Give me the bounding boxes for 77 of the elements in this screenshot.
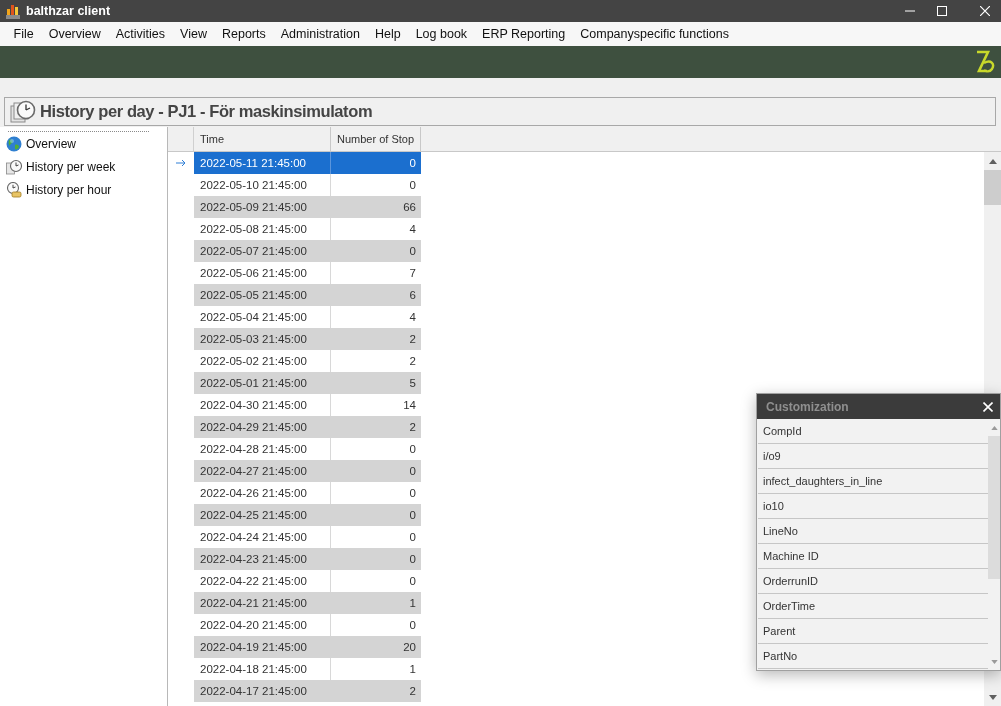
table-cell-text: 0	[408, 508, 417, 523]
table-cell-text: 0	[408, 574, 417, 589]
table-cell-text: 0	[408, 486, 417, 501]
menu-item[interactable]: Log book	[408, 22, 475, 46]
scrollbar-thumb[interactable]	[984, 170, 1001, 205]
down-arrow-icon[interactable]	[988, 695, 997, 700]
table-cell-text: 4	[408, 222, 417, 237]
sidebar-item[interactable]: Overview	[0, 132, 167, 155]
bars-icon	[5, 3, 21, 19]
table-row[interactable]: 2022-04-23 21:45:00 0	[194, 548, 421, 570]
menu-item[interactable]: Reports	[214, 22, 274, 46]
field-list-item[interactable]: PartNo	[758, 644, 988, 669]
table-cell-text: 2	[408, 420, 417, 435]
field-list-item[interactable]: CompId	[758, 419, 988, 444]
table-cell-text: 1	[408, 596, 417, 611]
right-arrow-icon	[176, 159, 186, 167]
table-cell-text: 0	[408, 552, 417, 567]
window-title: balthzar client	[26, 4, 111, 18]
table-cell-text: 66	[402, 200, 417, 215]
logo-icon	[975, 50, 995, 74]
globe-icon	[6, 135, 22, 152]
table-row[interactable]: 2022-05-01 21:45:00 5	[194, 372, 421, 394]
table-cell-text: 2	[408, 354, 417, 369]
column-header[interactable]: Time	[194, 127, 331, 151]
table-row[interactable]: 2022-05-05 21:45:00 6	[194, 284, 421, 306]
menu-item[interactable]: File	[6, 22, 42, 46]
table-row[interactable]: 2022-05-07 21:45:00 0	[194, 240, 421, 262]
table-cell-text: 0	[408, 244, 417, 259]
table-cell: 2022-04-17 21:45:00	[194, 680, 331, 702]
table-cell-text: 14	[402, 398, 417, 413]
menu-item[interactable]: Activities	[108, 22, 173, 46]
field-list-item[interactable]: OrderTime	[758, 594, 988, 619]
table-cell-text: 5	[408, 376, 417, 391]
menu-item[interactable]: ERP Reporting	[474, 22, 573, 46]
table-cell-text: 20	[402, 640, 417, 655]
table-row[interactable]: 2022-05-09 21:45:00 66	[194, 196, 421, 218]
table-cell-text: 2	[408, 684, 417, 699]
table-row[interactable]: 2022-04-17 21:45:00 2	[194, 680, 421, 702]
maximize-icon	[937, 6, 947, 16]
table-row[interactable]: 2022-05-11 21:45:00 0	[194, 152, 421, 174]
menu-item[interactable]: Companyspecific functions	[572, 22, 737, 46]
field-list-item[interactable]: OrderrunID	[758, 569, 988, 594]
menu-item[interactable]: Administration	[273, 22, 368, 46]
panel-title: Customization	[766, 399, 849, 414]
page-title: History per day - PJ1 - För maskinsimulatom	[40, 102, 373, 121]
table-cell-text: 4	[408, 310, 417, 325]
table-cell-text: 2	[408, 332, 417, 347]
table-cell-text: 7	[408, 266, 417, 281]
down-arrow-icon[interactable]	[990, 660, 998, 664]
table-cell-text: 6	[408, 288, 417, 303]
sidebar-item[interactable]: History per week	[0, 155, 167, 178]
table-row[interactable]: 2022-04-29 21:45:00 2	[194, 416, 421, 438]
table-cell-text: 0	[408, 530, 417, 545]
clock-scroll-icon	[6, 181, 22, 198]
field-list-item[interactable]: Parent	[758, 619, 988, 644]
menu-item[interactable]: Overview	[41, 22, 109, 46]
table-cell-text: 0	[408, 442, 417, 457]
table-cell-text: 0	[408, 618, 417, 633]
up-arrow-icon[interactable]	[988, 159, 997, 164]
table-cell-text: 0	[408, 464, 417, 479]
sidebar-item[interactable]: History per hour	[0, 178, 167, 201]
table-cell-text: 0	[408, 178, 417, 193]
menu-item[interactable]: Help	[367, 22, 409, 46]
table-cell-text: 0	[408, 156, 417, 171]
clock-icon	[6, 158, 22, 175]
table-row[interactable]: 2022-04-21 21:45:00 1	[194, 592, 421, 614]
table-row[interactable]: 2022-05-03 21:45:00 2	[194, 328, 421, 350]
menu-item[interactable]: View	[172, 22, 215, 46]
table-row[interactable]: 2022-04-19 21:45:00 20	[194, 636, 421, 658]
table-cell-text: 1	[408, 662, 417, 677]
scrollbar-thumb[interactable]	[988, 436, 1000, 579]
close-icon	[980, 6, 990, 16]
column-header[interactable]: Number of Stop	[331, 127, 421, 151]
close-icon	[983, 401, 993, 412]
table-row[interactable]: 2022-04-25 21:45:00 0	[194, 504, 421, 526]
up-arrow-icon[interactable]	[990, 426, 998, 430]
table-row[interactable]: 2022-04-27 21:45:00 0	[194, 460, 421, 482]
